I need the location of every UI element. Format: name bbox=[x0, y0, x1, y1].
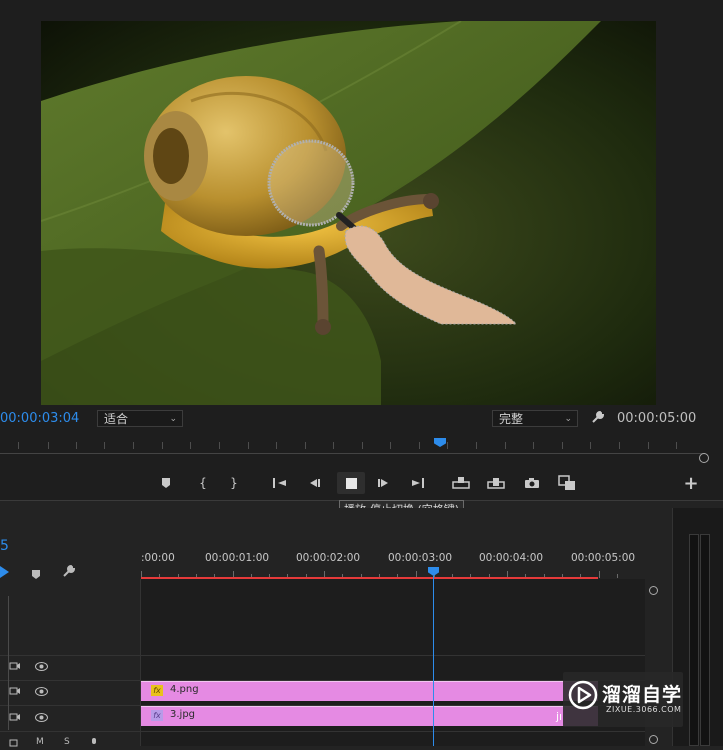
ruler-label: 00:00:03:00 bbox=[388, 552, 453, 564]
audio-track-icon[interactable] bbox=[9, 737, 21, 750]
ruler-label: 00:00:05:00 bbox=[571, 552, 636, 564]
mark-out-icon[interactable]: } bbox=[223, 472, 245, 494]
step-forward-icon[interactable] bbox=[373, 472, 395, 494]
step-back-icon[interactable] bbox=[303, 472, 325, 494]
track-divider bbox=[0, 731, 645, 732]
wrench-icon[interactable] bbox=[590, 409, 606, 425]
video-track-icon[interactable] bbox=[9, 686, 21, 699]
scrollbar-track[interactable] bbox=[8, 596, 9, 730]
video-preview[interactable] bbox=[41, 21, 656, 405]
add-button-icon[interactable]: + bbox=[680, 472, 702, 494]
microphone-icon[interactable] bbox=[90, 737, 98, 750]
timeline-settings-wrench-icon[interactable] bbox=[62, 563, 76, 577]
go-to-in-icon[interactable] bbox=[269, 472, 291, 494]
play-logo-icon bbox=[568, 680, 598, 710]
clip-name: 4.png bbox=[170, 684, 199, 695]
quality-dropdown[interactable]: 完整 ⌄ bbox=[492, 410, 578, 427]
watermark-subtitle: ZIXUE.3066.COM bbox=[606, 705, 682, 714]
quality-dropdown-value: 完整 bbox=[499, 412, 524, 426]
ruler-label: 00:00:02:00 bbox=[296, 552, 361, 564]
scrollbar-handle[interactable] bbox=[649, 735, 658, 744]
chevron-down-icon: ⌄ bbox=[169, 414, 177, 424]
ruler-tick bbox=[598, 571, 600, 578]
mark-in-icon[interactable]: { bbox=[192, 472, 214, 494]
track-headers bbox=[0, 579, 141, 746]
snap-icon[interactable] bbox=[0, 563, 10, 578]
comparison-view-icon[interactable] bbox=[556, 472, 578, 494]
add-marker-icon[interactable] bbox=[31, 565, 41, 579]
clip-3-jpg[interactable]: fx 3.jpg bbox=[141, 706, 598, 726]
ruler-label: 00:00:01:00 bbox=[205, 552, 270, 564]
current-timecode[interactable]: 00:00:03:04 bbox=[0, 411, 79, 426]
track-divider bbox=[0, 655, 645, 656]
ruler-label: 00:00:04:00 bbox=[479, 552, 544, 564]
watermark-title: 溜溜自学 bbox=[602, 684, 683, 706]
stop-button[interactable] bbox=[337, 472, 365, 494]
monitor-zoom-handle[interactable] bbox=[699, 453, 709, 463]
overwrite-icon[interactable] bbox=[485, 472, 507, 494]
eye-icon[interactable] bbox=[35, 686, 48, 699]
playhead-line bbox=[433, 576, 434, 746]
insert-icon[interactable] bbox=[450, 472, 472, 494]
go-to-out-icon[interactable] bbox=[407, 472, 429, 494]
video-track-icon[interactable] bbox=[9, 712, 21, 725]
chevron-down-icon: ⌄ bbox=[564, 414, 572, 424]
audio-meter-right bbox=[700, 534, 710, 746]
sequence-tab[interactable]: 5 bbox=[0, 538, 9, 554]
monitor-time-ruler[interactable] bbox=[0, 436, 715, 464]
export-frame-icon[interactable] bbox=[521, 472, 543, 494]
clip-4-png[interactable]: fx 4.png bbox=[141, 681, 598, 701]
audio-meter-left bbox=[689, 534, 699, 746]
fit-dropdown-value: 适合 bbox=[104, 412, 129, 426]
fit-dropdown[interactable]: 适合 ⌄ bbox=[97, 410, 183, 427]
clip-overlay-text: jı bbox=[556, 710, 563, 723]
eye-icon[interactable] bbox=[35, 661, 48, 674]
eye-icon[interactable] bbox=[35, 712, 48, 725]
fx-badge[interactable]: fx bbox=[151, 710, 163, 721]
fx-badge[interactable]: fx bbox=[151, 685, 163, 696]
ruler-tick bbox=[616, 574, 618, 578]
duration-timecode: 00:00:05:00 bbox=[617, 411, 697, 426]
ruler-label: :00:00 bbox=[141, 552, 175, 564]
marker-icon[interactable] bbox=[155, 472, 177, 494]
clip-name: 3.jpg bbox=[170, 709, 196, 720]
video-track-icon[interactable] bbox=[9, 661, 21, 674]
